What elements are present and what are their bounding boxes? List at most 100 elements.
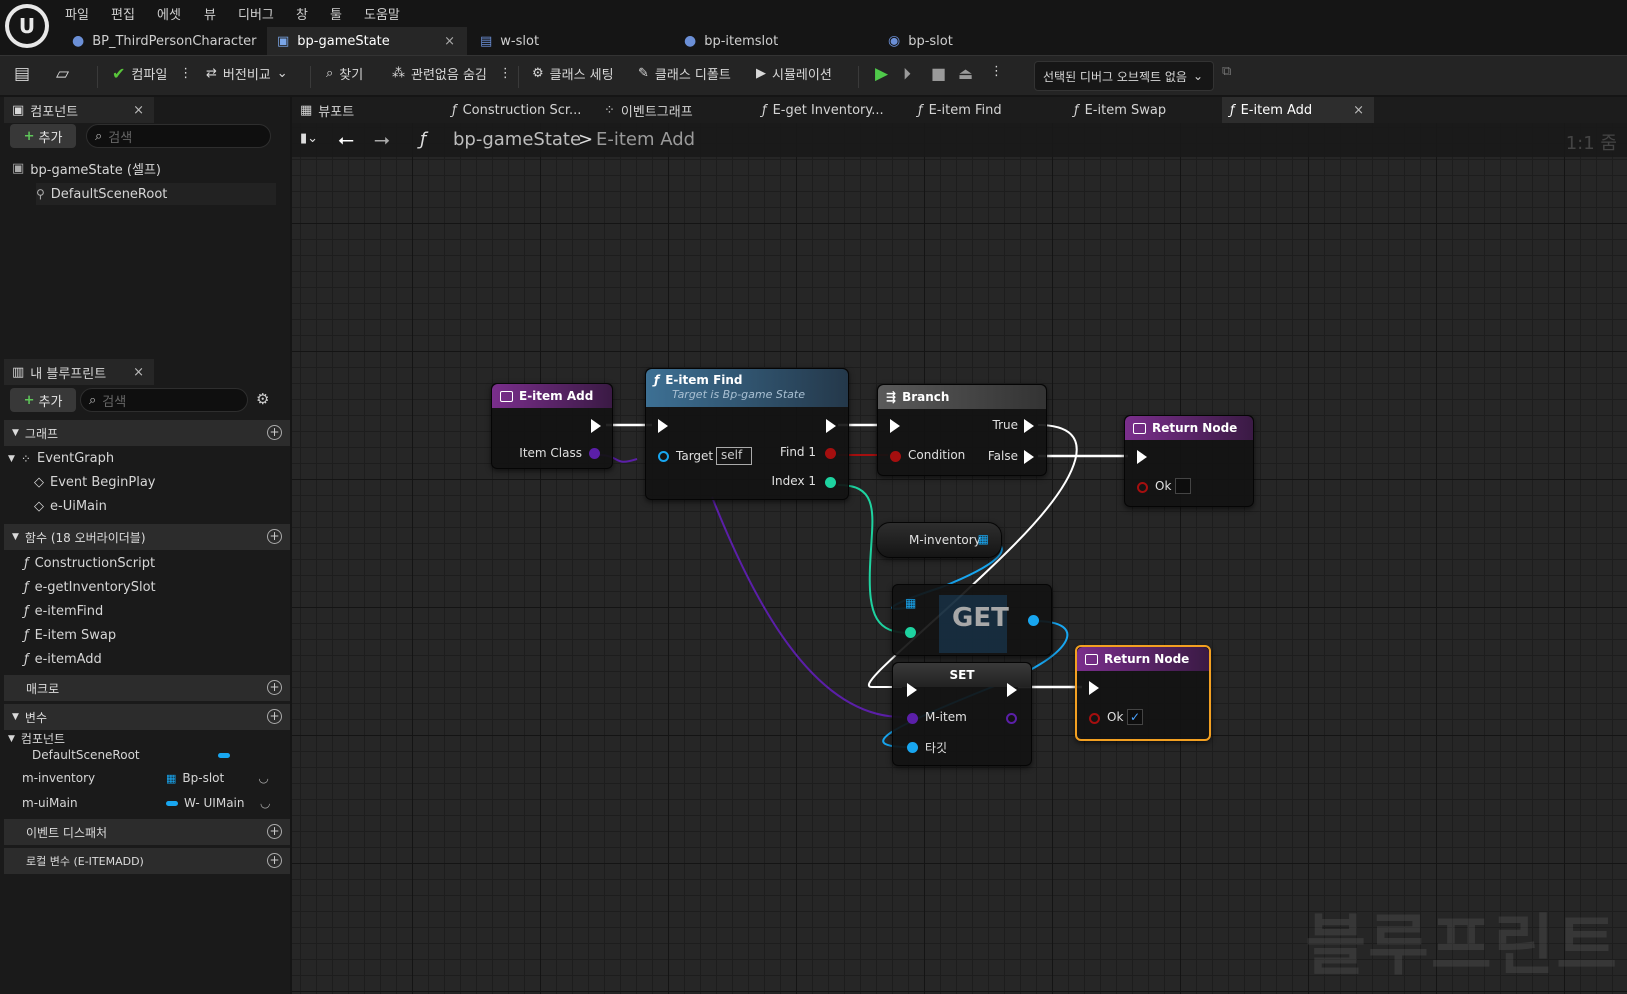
exec-out-pin[interactable] <box>826 419 836 433</box>
menu-asset[interactable]: 에셋 <box>157 4 181 23</box>
array-pin-icon[interactable]: ▦ <box>905 596 916 610</box>
find-button[interactable]: ⌕ 찾기 <box>326 64 363 83</box>
ok-checkbox[interactable] <box>1175 478 1191 494</box>
unreal-logo-icon[interactable]: U <box>5 4 49 48</box>
hide-unrelated-button[interactable]: ⁂ 관련없음 숨김 ⋮ <box>392 64 512 83</box>
section-graph[interactable]: ▼ 그래프 + <box>4 420 290 446</box>
function-item[interactable]: ƒ E-item Swap <box>24 628 116 643</box>
node-e-item-find[interactable]: ƒ E-item Find Target is Bp-game State Tar… <box>645 368 849 500</box>
menu-view[interactable]: 뷰 <box>204 4 216 23</box>
node-return-false[interactable]: Return Node Ok <box>1124 415 1254 507</box>
graph-item-event-beginplay[interactable]: ◇ Event BeginPlay <box>34 475 156 490</box>
doc-tab-bp-gamestate[interactable]: ▣ bp-gameState × <box>267 27 467 55</box>
object-target-pin[interactable] <box>907 742 918 753</box>
bool-pin[interactable] <box>825 448 836 459</box>
debug-object-dropdown[interactable]: 선택된 디버그 오브젝트 없음 ⌄ <box>1034 61 1214 91</box>
close-tab-icon[interactable]: × <box>133 103 144 118</box>
class-settings-button[interactable]: ⚙ 클래스 세팅 <box>532 64 614 83</box>
graph-editor[interactable]: ▦ 뷰포트 ƒ Construction Scr... ⁘ 이벤트그래프 ƒ E-get… <box>292 97 1627 994</box>
class-pin[interactable] <box>589 448 600 459</box>
graph-tab-viewport[interactable]: ▦ 뷰포트 <box>292 97 442 123</box>
graph-tab-e-item-add[interactable]: ƒ E-item Add × <box>1222 97 1374 123</box>
section-variables[interactable]: ▼ 변수 + <box>4 704 290 730</box>
section-local-variables[interactable]: 로컬 변수 (E-ITEMADD) + <box>4 848 290 874</box>
play-button[interactable]: ▶ <box>875 64 888 84</box>
bool-pin[interactable] <box>890 451 901 462</box>
graph-tab-e-get-inventory[interactable]: ƒ E-get Inventory... <box>754 97 904 123</box>
node-branch[interactable]: ⇶ Branch Condition True False <box>877 384 1047 476</box>
add-graph-icon[interactable]: + <box>267 425 282 440</box>
visibility-eye-icon[interactable]: ◡ <box>258 771 268 785</box>
menu-file[interactable]: 파일 <box>65 4 89 23</box>
add-local-variable-icon[interactable]: + <box>267 853 282 868</box>
exec-in-pin[interactable] <box>1137 450 1147 464</box>
graph-tab-construction-script[interactable]: ƒ Construction Scr... <box>444 97 594 123</box>
exec-in-pin[interactable] <box>890 419 900 433</box>
function-item[interactable]: ƒ e-getInventorySlot <box>24 580 156 595</box>
int-pin[interactable] <box>905 627 916 638</box>
add-function-icon[interactable]: + <box>267 529 282 544</box>
eject-button[interactable]: ⏏ <box>958 64 973 83</box>
object-target-pin[interactable] <box>658 451 669 462</box>
forward-arrow-icon[interactable]: ⭢ <box>374 127 390 151</box>
add-dispatcher-icon[interactable]: + <box>267 824 282 839</box>
stop-button[interactable]: ■ <box>931 64 946 83</box>
add-component-button[interactable]: + 추가 <box>10 124 76 148</box>
my-blueprint-search-input[interactable]: ⌕ 검색 <box>80 388 248 412</box>
component-root-item[interactable]: ▣ bp-gameState (셀프) <box>12 159 161 178</box>
menu-help[interactable]: 도움말 <box>364 4 400 23</box>
component-defaultsceneroot-item[interactable]: ⚲ DefaultSceneRoot <box>36 183 276 205</box>
menu-window[interactable]: 창 <box>296 4 308 23</box>
graph-tab-e-item-find[interactable]: ƒ E-item Find <box>910 97 1060 123</box>
menu-tools[interactable]: 툴 <box>330 4 342 23</box>
node-return-true[interactable]: Return Node Ok ✓ <box>1075 645 1211 741</box>
section-macros[interactable]: 매크로 + <box>4 675 290 701</box>
diff-button[interactable]: ⇄ 버전비교 ⌄ <box>206 64 288 83</box>
compile-button[interactable]: ✔ 컴파일 ⋮ <box>112 64 192 83</box>
graph-item-e-uimain[interactable]: ◇ e-UiMain <box>34 499 107 514</box>
step-button[interactable]: ⏵ <box>903 64 911 84</box>
variable-item[interactable]: DefaultSceneRoot <box>32 748 282 762</box>
ok-checkbox-checked[interactable]: ✓ <box>1127 709 1143 725</box>
more-options-icon[interactable]: ⋮ <box>499 66 512 81</box>
exec-out-pin[interactable] <box>1007 683 1017 697</box>
variable-item[interactable]: m-inventory ▦ Bp-slot ◡ <box>22 771 282 785</box>
node-function-entry[interactable]: E-item Add Item Class <box>491 383 613 469</box>
section-functions[interactable]: ▼ 함수 (18 오버라이더블) + <box>4 524 290 550</box>
array-pin-icon[interactable]: ▦ <box>978 532 989 546</box>
close-tab-icon[interactable]: × <box>444 34 455 49</box>
function-item[interactable]: ƒ ConstructionScript <box>24 556 155 571</box>
exec-in-pin[interactable] <box>907 683 917 697</box>
int-pin[interactable] <box>825 477 836 488</box>
graph-item-eventgraph[interactable]: ▼ ⁘ EventGraph <box>8 451 114 466</box>
function-item[interactable]: ƒ e-itemAdd <box>24 652 102 667</box>
section-event-dispatchers[interactable]: 이벤트 디스패처 + <box>4 819 290 845</box>
variable-item[interactable]: m-uiMain W- UIMain ◡ <box>22 796 282 810</box>
menu-debug[interactable]: 디버그 <box>238 4 274 23</box>
doc-tab-w-slot[interactable]: ▤ w-slot <box>470 27 670 55</box>
node-set-m-item[interactable]: SET M-item 타깃 <box>892 662 1032 766</box>
components-tab[interactable]: ▣ 컴포넌트 × <box>4 97 154 123</box>
more-options-icon[interactable]: ⋮ <box>179 66 192 81</box>
class-defaults-button[interactable]: ✎ 클래스 디폴트 <box>638 64 731 83</box>
doc-tab-bp-slot[interactable]: ◉ bp-slot <box>878 27 1078 55</box>
browse-button[interactable]: ▱ <box>56 64 69 84</box>
my-blueprint-tab[interactable]: ▥ 내 블루프린트 × <box>4 359 154 385</box>
node-variable-m-inventory[interactable]: M-inventory ▦ <box>876 522 1002 558</box>
doc-tab-bp-thirdpersoncharacter[interactable]: ● BP_ThirdPersonCharacter <box>62 27 267 55</box>
class-out-pin[interactable] <box>1006 713 1017 724</box>
graph-tab-e-item-swap[interactable]: ƒ E-item Swap <box>1066 97 1216 123</box>
exec-false-pin[interactable] <box>1024 450 1034 464</box>
exec-true-pin[interactable] <box>1024 419 1034 433</box>
target-self-field[interactable]: self <box>716 447 752 465</box>
bool-pin[interactable] <box>1089 713 1100 724</box>
breadcrumb-root[interactable]: bp-gameState <box>453 129 581 150</box>
add-variable-icon[interactable]: + <box>267 709 282 724</box>
exec-in-pin[interactable] <box>658 419 668 433</box>
visibility-eye-icon[interactable]: ◡ <box>260 796 270 810</box>
add-macro-icon[interactable]: + <box>267 680 282 695</box>
menu-edit[interactable]: 편집 <box>111 4 135 23</box>
settings-gear-icon[interactable]: ⚙ <box>256 390 269 408</box>
exec-out-pin[interactable] <box>591 419 601 433</box>
doc-tab-bp-itemslot[interactable]: ● bp-itemslot <box>674 27 874 55</box>
